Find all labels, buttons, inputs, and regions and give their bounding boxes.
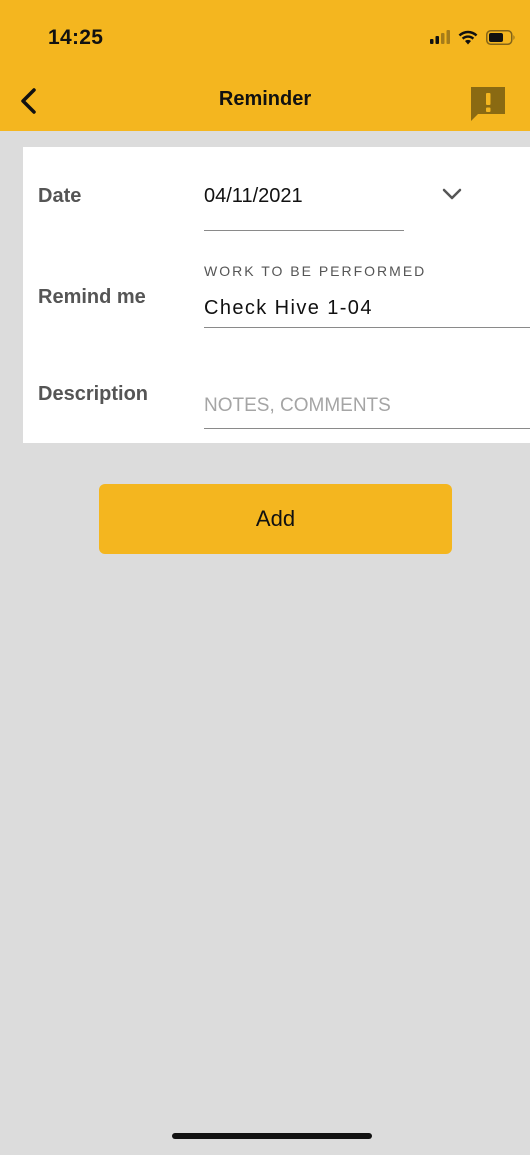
wifi-icon xyxy=(458,30,478,44)
reminder-form-card: Date 04/11/2021 Remind me WORK TO BE PER… xyxy=(23,147,530,443)
remind-me-input[interactable] xyxy=(204,291,524,325)
battery-icon xyxy=(486,29,515,45)
report-alert-icon[interactable] xyxy=(468,84,508,124)
app-header: 14:25 Reminder xyxy=(0,0,530,131)
remind-me-caption: WORK TO BE PERFORMED xyxy=(204,263,427,279)
date-label: Date xyxy=(38,185,82,207)
add-button[interactable]: Add xyxy=(99,484,452,554)
page-title: Reminder xyxy=(218,88,312,110)
description-input[interactable] xyxy=(204,391,524,421)
date-underline xyxy=(204,230,404,231)
description-underline xyxy=(204,428,530,429)
description-label: Description xyxy=(38,383,149,405)
status-icons xyxy=(430,28,516,46)
chevron-down-icon[interactable] xyxy=(441,187,463,201)
remind-me-label: Remind me xyxy=(38,286,146,308)
home-indicator xyxy=(172,1133,372,1139)
status-time: 14:25 xyxy=(48,26,104,49)
reminder-screen: 14:25 Reminder Date 04/11/2021 Remind me… xyxy=(0,0,530,1155)
signal-icon xyxy=(430,30,450,44)
remind-me-underline xyxy=(204,327,530,328)
date-value[interactable]: 04/11/2021 xyxy=(204,185,303,208)
